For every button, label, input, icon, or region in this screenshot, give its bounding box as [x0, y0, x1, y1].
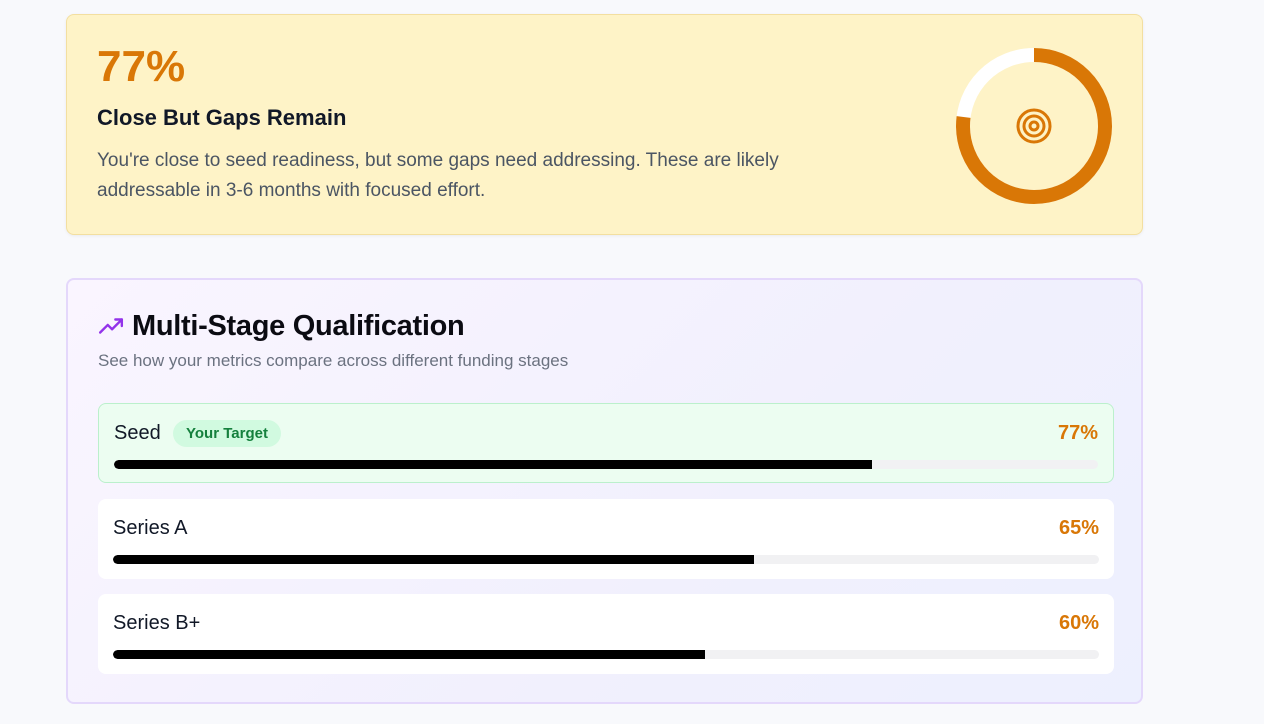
stage-row-seed: Seed Your Target 77% — [98, 403, 1114, 483]
target-badge: Your Target — [173, 420, 281, 447]
stage-progress-track — [114, 460, 1098, 469]
stage-row-series-b-plus: Series B+ 60% — [98, 594, 1114, 674]
stage-progress-track — [113, 650, 1099, 659]
stage-progress-fill — [114, 460, 872, 469]
stage-progress-track — [113, 555, 1099, 564]
multi-stage-title: Multi-Stage Qualification — [132, 309, 465, 342]
stage-percent: 65% — [1058, 517, 1099, 539]
stage-name: Series B+ — [113, 612, 201, 634]
readiness-verdict: Close But Gaps Remain — [97, 105, 347, 130]
multi-stage-card: Multi-Stage Qualification See how your m… — [66, 278, 1143, 704]
target-icon — [1016, 108, 1052, 144]
stage-progress-fill — [113, 650, 705, 659]
stage-progress-fill — [113, 555, 754, 564]
readiness-card: 77% Close But Gaps Remain You're close t… — [66, 14, 1143, 235]
stage-percent: 77% — [1057, 422, 1098, 444]
stage-row-series-a: Series A 65% — [98, 499, 1114, 579]
multi-stage-header: Multi-Stage Qualification — [98, 308, 465, 344]
readiness-score: 77% — [97, 42, 186, 91]
readiness-progress-ring — [956, 48, 1112, 204]
multi-stage-subtitle: See how your metrics compare across diff… — [98, 351, 569, 370]
stage-percent: 60% — [1058, 612, 1099, 634]
readiness-description: You're close to seed readiness, but some… — [97, 150, 779, 201]
stage-name: Series A — [113, 517, 188, 539]
stage-name: Seed — [114, 422, 161, 444]
trending-up-icon — [98, 318, 124, 334]
